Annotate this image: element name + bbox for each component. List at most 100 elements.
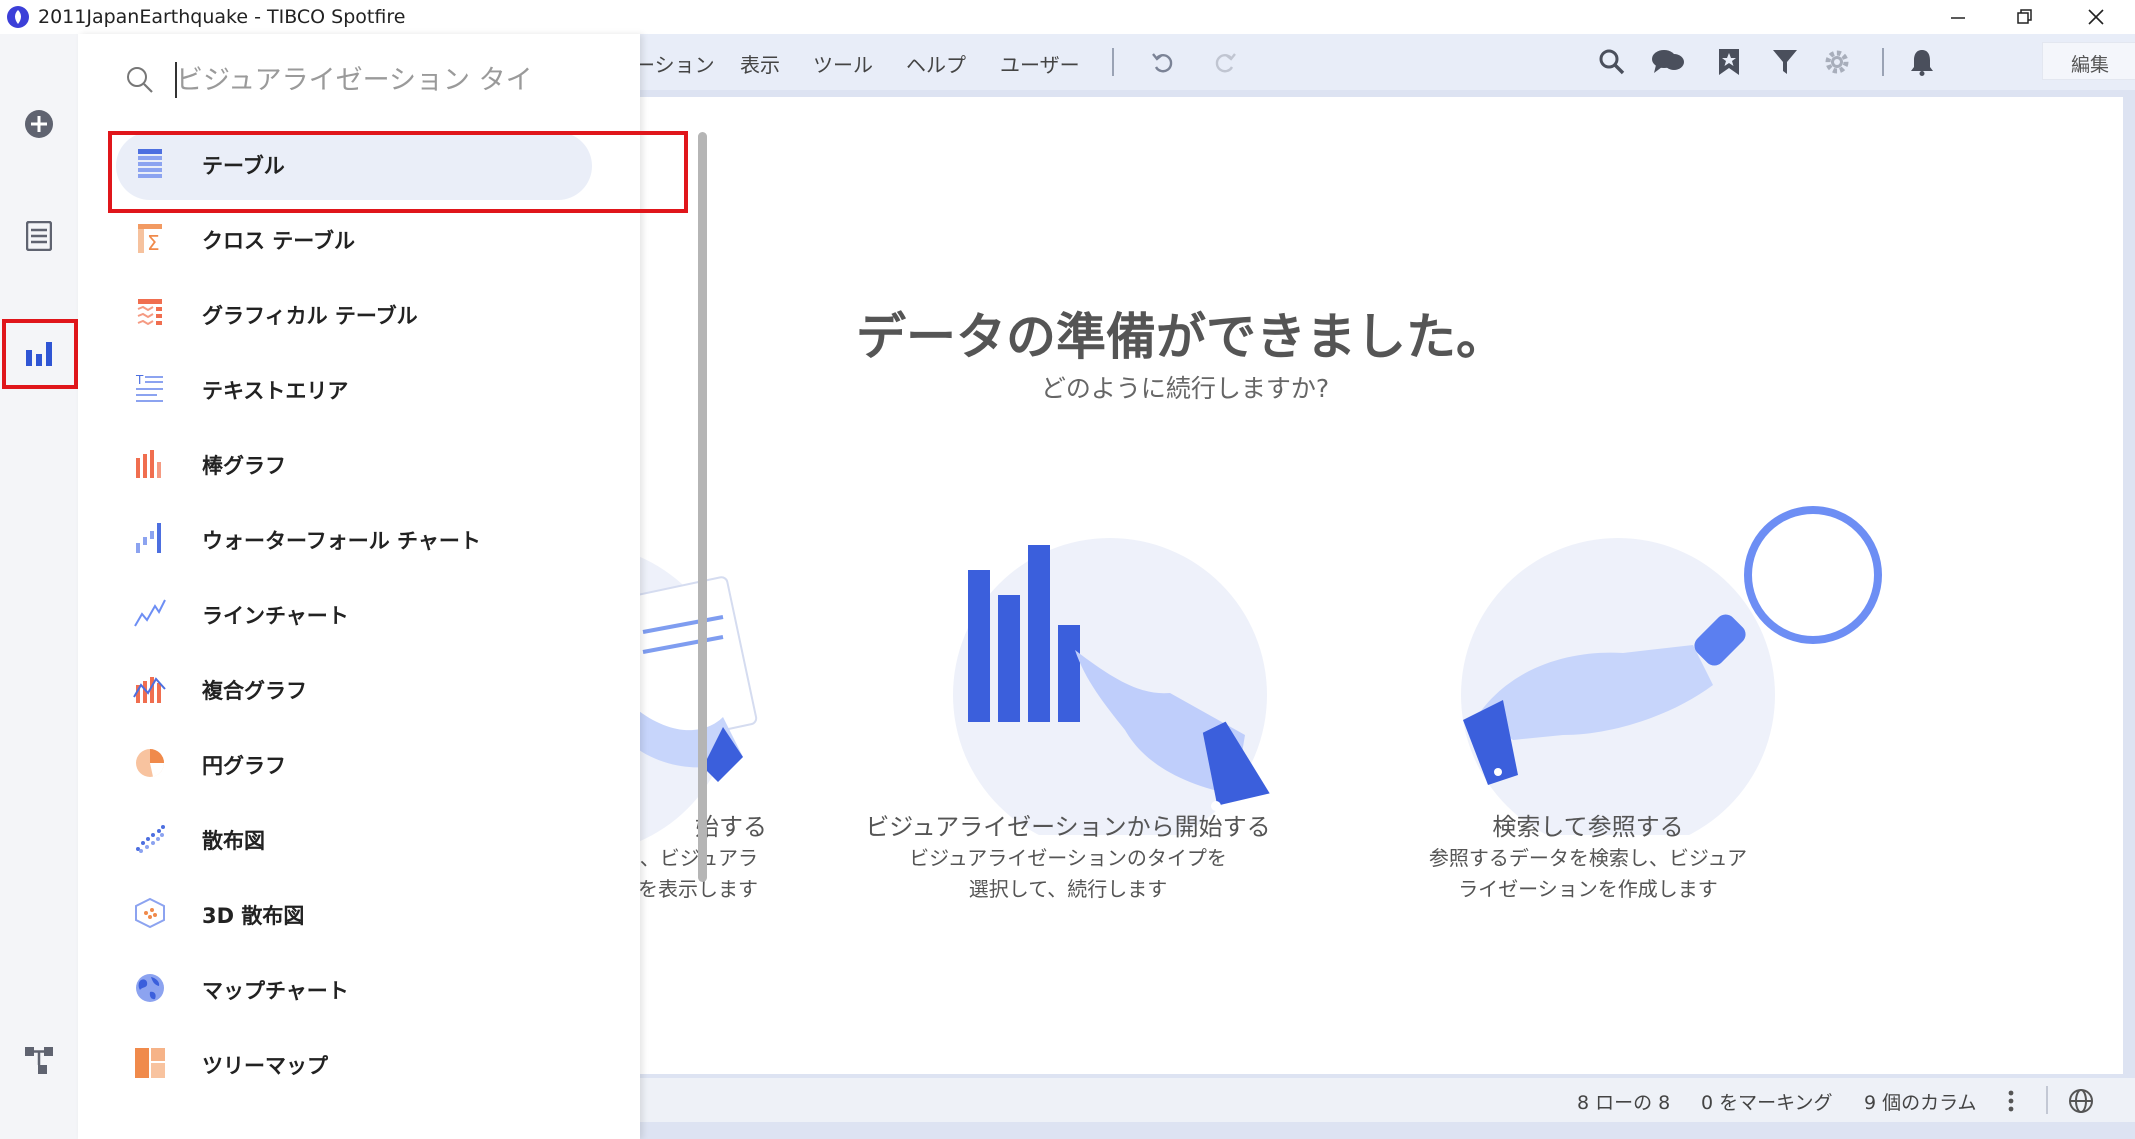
card2-title[interactable]: ビジュアライゼーションから開始する [858,807,1278,842]
card1-title: 始する [695,813,767,841]
start-from-visualization-illustration-icon[interactable] [945,435,1345,835]
notifications-button[interactable] [1904,44,1940,80]
toolbar-separator [1112,48,1114,76]
vis-item-label: 円グラフ [202,754,286,778]
vis-item-label: 3D 散布図 [202,904,305,928]
vis-item-label: 複合グラフ [202,679,307,703]
text-caret [175,62,177,98]
globe-icon [2069,1089,2093,1113]
vis-item-treemap[interactable]: ツリーマップ [78,1028,626,1103]
vis-item-scatter-plot[interactable]: 散布図 [78,803,626,878]
vis-item-cross-table[interactable]: Σ クロス テーブル [78,203,626,278]
bar-chart-icon [136,450,161,478]
minimize-icon [1951,17,1965,19]
filter-icon [1773,50,1797,74]
more-vertical-icon [2008,1090,2014,1112]
panel-scrollbar[interactable] [698,132,707,882]
pie-chart-icon [136,749,165,777]
spotfire-logo-icon [7,6,29,28]
chat-bubbles-icon [1652,50,1684,73]
card3-desc-line1: 参照するデータを検索し、ビジュア [1428,846,1748,870]
vis-item-label: クロス テーブル [202,229,356,253]
vis-item-line-chart[interactable]: ラインチャート [78,578,626,653]
svg-text:Σ: Σ [147,231,160,255]
vis-item-pie-chart[interactable]: 円グラフ [78,728,626,803]
visualization-types-panel: テーブル Σ クロス テーブル グラフィカル テーブル T [78,34,707,1139]
svg-text:T: T [135,373,144,387]
toolbar-separator [1882,48,1884,76]
left-navigation-rail [0,34,78,1139]
vis-item-label: テキストエリア [202,379,349,403]
vis-item-label: ウォーターフォール チャート [202,529,481,553]
mode-dropdown[interactable]: 編集 [2042,42,2135,80]
vis-item-label: 棒グラフ [202,454,286,478]
window-title: 2011JapanEarthquake - TIBCO Spotfire [38,6,406,28]
bell-icon [1911,50,1933,76]
data-table-icon [26,221,52,251]
menu-view[interactable]: 表示 [740,49,780,78]
rail-highlight-frame [2,319,78,389]
close-window-button[interactable] [2066,0,2126,34]
text-area-icon: T [135,373,163,402]
card3-desc-line2: ライゼーションを作成します [1458,877,1718,901]
add-data-button[interactable] [14,99,64,149]
graphical-table-icon [137,299,162,326]
gear-icon [1825,50,1849,74]
bookmarks-button[interactable] [1711,44,1747,80]
title-bar: 2011JapanEarthquake - TIBCO Spotfire [0,0,2135,34]
status-separator [2046,1086,2048,1114]
plus-circle-icon [25,110,53,138]
vis-item-waterfall-chart[interactable]: ウォーターフォール チャート [78,503,626,578]
vis-item-map-chart[interactable]: マップチャート [78,953,626,1028]
bookmark-star-icon [1719,49,1739,75]
restore-button[interactable] [1995,0,2055,34]
search-button[interactable] [1594,44,1630,80]
map-chart-icon [136,974,164,1002]
card2-desc-line1: ビジュアライゼーションのタイプを [909,846,1227,870]
data-flow-button[interactable] [14,1035,64,1085]
cross-table-icon: Σ [138,224,162,255]
data-panel-button[interactable] [14,211,64,261]
vis-item-graphical-table[interactable]: グラフィカル テーブル [78,278,626,353]
vis-item-text-area[interactable]: T テキストエリア [78,353,626,428]
undo-icon [1152,53,1173,73]
vis-item-label: グラフィカル テーブル [202,304,418,328]
menu-user[interactable]: ユーザー [1000,49,1080,78]
vis-item-label: マップチャート [202,979,349,1003]
menu-tools[interactable]: ツール [813,49,873,78]
vis-item-label: 散布図 [202,829,265,853]
visualization-type-list: テーブル Σ クロス テーブル グラフィカル テーブル T テキストエリア 棒グ… [78,128,626,1103]
vis-item-combination-chart[interactable]: 複合グラフ [78,653,626,728]
waterfall-chart-icon [136,523,161,553]
restore-icon [2017,9,2032,24]
menu-visualization[interactable]: ーション [635,49,715,78]
combination-chart-icon [133,677,166,703]
card2-desc-line2: 選択して、続行します [968,877,1168,901]
close-icon [2088,9,2104,25]
card3-title[interactable]: 検索して参照する [1418,807,1758,842]
filters-button[interactable] [1767,44,1803,80]
line-chart-icon [134,599,166,627]
redo-button[interactable] [1207,44,1243,80]
search-icon [1599,49,1625,75]
settings-button[interactable] [1819,44,1855,80]
marked-count: 0 をマーキング [1701,1092,1833,1114]
row-count: 8 ローの 8 [1577,1092,1671,1114]
treemap-icon [135,1048,165,1078]
minimize-button[interactable] [1928,0,1988,34]
vis-item-3d-scatter-plot[interactable]: 3D 散布図 [78,878,626,953]
data-flow-icon [25,1047,53,1074]
collaboration-button[interactable] [1650,44,1686,80]
vis-item-bar-chart[interactable]: 棒グラフ [78,428,626,503]
column-count: 9 個のカラム [1864,1092,1977,1114]
vis-item-label: ラインチャート [202,604,349,628]
visualization-search-input[interactable] [176,58,616,102]
redo-icon [1215,53,1236,73]
undo-button[interactable] [1145,44,1181,80]
search-and-browse-illustration-icon[interactable] [1453,435,1913,835]
menu-help[interactable]: ヘルプ [906,49,966,78]
3d-scatter-plot-icon [135,897,165,929]
more-options-button[interactable] [2001,1088,2021,1114]
language-button[interactable] [2066,1086,2096,1116]
vis-item-label: ツリーマップ [202,1054,328,1078]
